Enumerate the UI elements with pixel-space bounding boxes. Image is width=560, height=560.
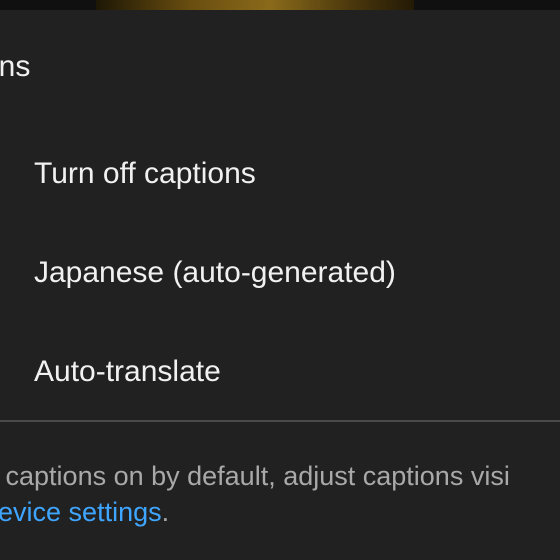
menu-item-japanese-auto-generated[interactable]: Japanese (auto-generated) — [0, 223, 560, 322]
divider — [0, 420, 560, 422]
footer-line-2: device settings. — [0, 494, 560, 530]
video-player-background — [0, 0, 560, 10]
sheet-title: ons — [0, 50, 31, 83]
menu-item-label: Auto-translate — [34, 354, 221, 388]
footer-line-1: p captions on by default, adjust caption… — [0, 461, 510, 491]
captions-menu: Turn off captions Japanese (auto-generat… — [0, 124, 560, 421]
device-settings-link[interactable]: device settings — [0, 497, 162, 527]
menu-item-turn-off-captions[interactable]: Turn off captions — [0, 124, 560, 223]
menu-item-label: Japanese (auto-generated) — [34, 255, 396, 289]
captions-screen: ons Turn off captions Japanese (auto-gen… — [0, 0, 560, 560]
captions-footer-note: p captions on by default, adjust caption… — [0, 458, 560, 530]
footer-line-2-end: . — [161, 497, 170, 527]
captions-bottom-sheet: ons Turn off captions Japanese (auto-gen… — [0, 10, 560, 560]
menu-item-label: Turn off captions — [34, 156, 256, 190]
video-frame — [96, 0, 414, 10]
menu-item-auto-translate[interactable]: Auto-translate — [0, 322, 560, 421]
